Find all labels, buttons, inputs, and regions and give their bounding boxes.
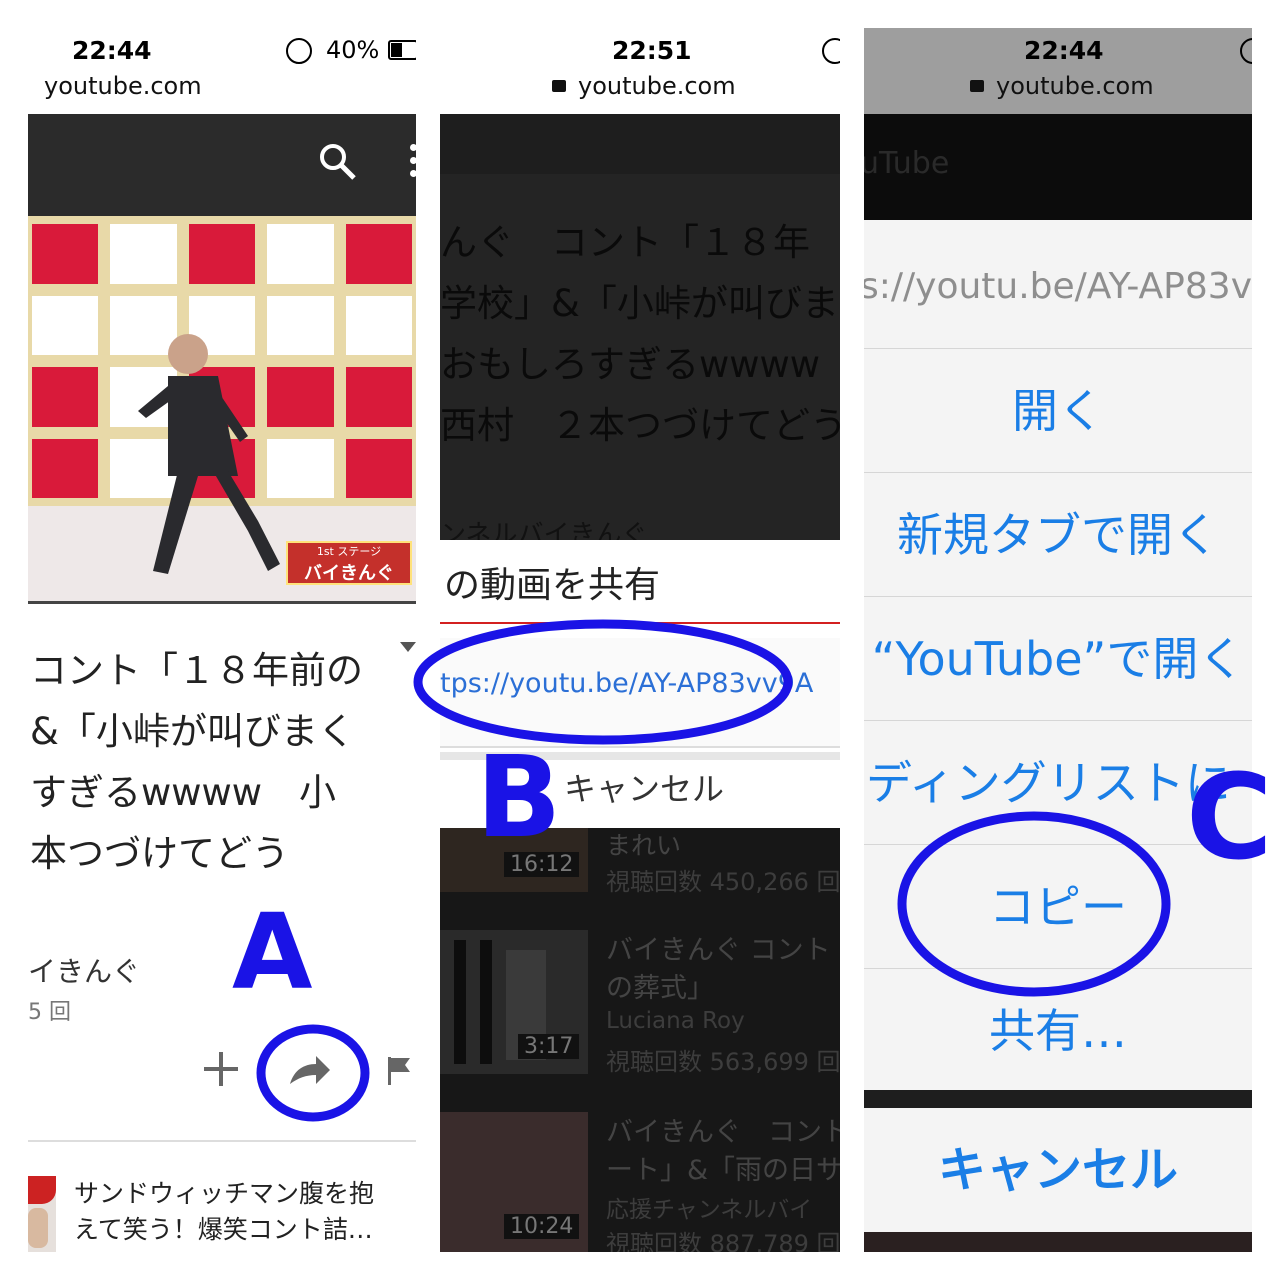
battery-percent: 40% — [326, 36, 380, 64]
status-time: 22:44 — [72, 36, 152, 65]
video-title: コント「１８年前の &「小峠が叫びまく すぎるwwww 小 本つづけてどう — [30, 649, 363, 875]
channel-name[interactable]: イきんぐ — [28, 950, 140, 990]
marker-c: C — [1186, 748, 1273, 886]
share-heading: の動画を共有 — [444, 565, 661, 606]
thumbnail-badge: 1st ステージ バイきんぐ — [286, 541, 412, 585]
performer-figure — [138, 334, 280, 574]
rotation-lock-icon — [822, 38, 840, 64]
open-in-youtube-button[interactable]: “YouTube”で開く — [864, 596, 1252, 720]
dimmed-video-list: 16:12 まれい 視聴回数 450,266 回 3:17 バイきんぐ コント … — [440, 828, 840, 1252]
open-new-tab-button[interactable]: 新規タブで開く — [864, 472, 1252, 596]
marker-a: A — [232, 891, 313, 1013]
list-item: 10:24 バイきんぐ コント ート」&「雨の日サ 応援チャンネルバイ 視聴回数… — [440, 1110, 840, 1252]
list-item: 3:17 バイきんぐ コント の葬式」 Luciana Roy 視聴回数 563… — [440, 928, 840, 1078]
address-bar[interactable]: youtube.com — [996, 72, 1154, 100]
status-time: 22:51 — [612, 36, 692, 65]
dimmed-background: んぐ コント「１８年 学校」&「小峠が叫びま おもしろすぎるwwww 西村 ２本… — [440, 114, 840, 550]
circle-around-share — [256, 1024, 370, 1122]
circle-around-copy — [897, 811, 1171, 997]
next-video-title[interactable]: サンドウィッチマン腹を抱 えて笑う！爆笑コント詰… — [74, 1176, 416, 1248]
panel-ios-action-sheet: 22:44 youtube.com uTube s://youtu.be/AY-… — [864, 28, 1252, 1252]
cancel-button[interactable]: キャンセル — [564, 764, 724, 810]
sheet-cancel-group: キャンセル — [864, 1108, 1252, 1232]
circle-around-url — [413, 619, 793, 745]
youtube-header — [28, 114, 416, 216]
rotation-lock-icon — [286, 38, 312, 64]
flag-icon[interactable] — [386, 1056, 414, 1086]
view-count: 5 回 — [28, 1000, 71, 1025]
sheet-cancel-button[interactable]: キャンセル — [864, 1108, 1252, 1232]
add-to-playlist-button[interactable] — [204, 1052, 238, 1086]
lock-icon — [970, 80, 984, 92]
open-button[interactable]: 開く — [864, 348, 1252, 472]
battery-icon — [388, 40, 416, 60]
video-player[interactable]: 1st ステージ バイきんぐ — [28, 216, 416, 601]
more-menu-icon[interactable] — [410, 144, 416, 184]
link-preview: s://youtu.be/AY-AP83v — [864, 266, 1252, 307]
search-icon[interactable] — [318, 142, 358, 182]
address-bar[interactable]: youtube.com — [578, 72, 736, 100]
next-video-thumbnail[interactable] — [28, 1176, 56, 1252]
lock-icon — [552, 80, 566, 92]
address-bar[interactable]: youtube.com — [44, 72, 202, 100]
marker-b: B — [476, 733, 562, 863]
status-time: 22:44 — [1024, 36, 1104, 65]
